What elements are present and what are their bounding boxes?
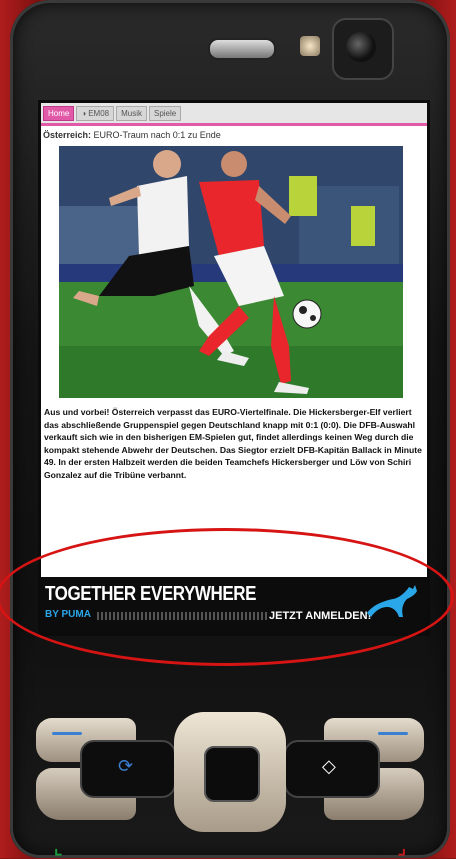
article-body: Aus und vorbei! Österreich verpasst das … bbox=[44, 407, 422, 480]
left-softkey-indicator bbox=[52, 732, 82, 735]
tab-musik[interactable]: Musik bbox=[116, 105, 147, 121]
tab-em08-label: EM08 bbox=[88, 108, 110, 118]
browser-tab-bar: Home ◑ EM08 Musik Spiele bbox=[41, 103, 427, 126]
article-headline[interactable]: Österreich: EURO-Traum nach 0:1 zu Ende bbox=[41, 126, 427, 142]
highlight-ellipse bbox=[0, 528, 454, 666]
multimedia-diamond-icon: ◇ bbox=[322, 756, 336, 776]
call-icon: ⌞ bbox=[54, 838, 63, 858]
front-camera bbox=[332, 18, 394, 80]
article-photo bbox=[59, 146, 403, 398]
end-call-icon: ⌟ bbox=[397, 838, 406, 858]
dpad-center-select[interactable] bbox=[204, 746, 260, 802]
navi-dpad[interactable] bbox=[174, 712, 286, 832]
headline-text: EURO-Traum nach 0:1 zu Ende bbox=[91, 130, 221, 140]
navigation-keypad: ⌞ ⌟ ⟳ ◇ bbox=[36, 712, 424, 858]
menu-swirl-icon: ⟳ bbox=[118, 756, 134, 776]
tab-em08[interactable]: ◑ EM08 bbox=[76, 105, 115, 121]
tab-home[interactable]: Home bbox=[43, 105, 75, 121]
right-softkey-indicator bbox=[378, 732, 408, 735]
menu-key[interactable]: ⟳ bbox=[80, 740, 176, 798]
multimedia-key[interactable]: ◇ bbox=[284, 740, 380, 798]
earpiece-speaker bbox=[208, 38, 276, 60]
globe-icon: ◑ bbox=[81, 108, 87, 118]
light-sensor bbox=[300, 36, 320, 56]
football-match-image bbox=[59, 146, 403, 398]
camera-lens-icon bbox=[346, 32, 376, 62]
headline-prefix: Österreich: bbox=[43, 130, 92, 140]
tab-spiele[interactable]: Spiele bbox=[148, 105, 182, 121]
